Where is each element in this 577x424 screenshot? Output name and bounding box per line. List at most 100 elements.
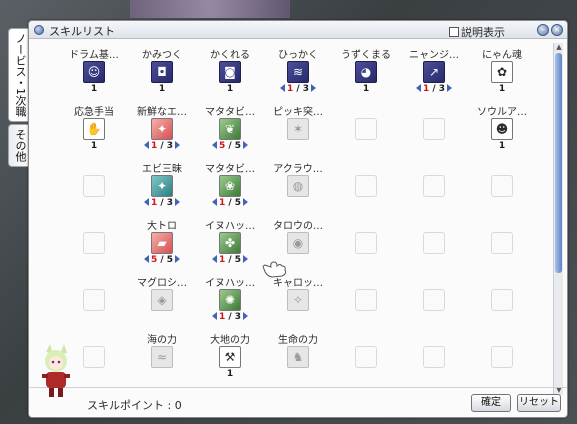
title-bar[interactable]: スキルリスト 説明表示 – ×: [29, 21, 567, 39]
skill-cell[interactable]: マタタビ… ❦ 5 / 5: [196, 98, 264, 151]
skill-cell[interactable]: 大地の力 ⚒ 1: [196, 326, 264, 379]
shrimp-party-icon[interactable]: ✦: [151, 175, 173, 197]
empty-slot-icon: [491, 232, 513, 254]
shrimp-icon[interactable]: ✦: [151, 118, 173, 140]
tuna-icon[interactable]: ▰: [151, 232, 173, 254]
skill-level-stepper[interactable]: 1 / 3: [400, 84, 468, 94]
level-up-icon[interactable]: [243, 198, 249, 206]
skill-level-stepper[interactable]: 1 / 3: [128, 198, 196, 208]
level-up-icon[interactable]: [447, 84, 453, 92]
skill-level-stepper[interactable]: 1 / 5: [196, 255, 264, 265]
level-up-icon[interactable]: [243, 255, 249, 263]
skill-level-max: 3: [166, 141, 174, 151]
skill-level: 1: [498, 84, 506, 94]
scroll-thumb[interactable]: [555, 53, 562, 273]
skill-cell[interactable]: ソウルア… ☻ 1: [468, 98, 536, 151]
skill-cell[interactable]: にゃん魂 ✿ 1: [468, 41, 536, 94]
first-aid-icon[interactable]: ✋: [83, 118, 105, 140]
level-down-icon[interactable]: [211, 141, 217, 149]
jump-icon[interactable]: ↗: [423, 61, 445, 83]
level-down-icon[interactable]: [279, 84, 285, 92]
tab-other[interactable]: その他: [8, 124, 28, 167]
description-toggle[interactable]: 説明表示: [449, 24, 505, 40]
picky-icon[interactable]: ✶: [287, 118, 309, 140]
skill-cell[interactable]: 海の力 ≈: [128, 326, 196, 378]
skill-cell[interactable]: マグロシ… ◈: [128, 269, 196, 321]
level-down-icon[interactable]: [143, 141, 149, 149]
level-down-icon[interactable]: [211, 312, 217, 320]
cat-face-icon[interactable]: ☺: [83, 61, 105, 83]
skill-cell[interactable]: マタタビ… ❀ 1 / 5: [196, 155, 264, 208]
sea-power-icon[interactable]: ≈: [151, 346, 173, 368]
carrot-icon[interactable]: ✧: [287, 289, 309, 311]
checkbox-icon[interactable]: [449, 27, 459, 37]
skill-cell[interactable]: アクラウ… ◍: [264, 155, 332, 207]
skill-cell[interactable]: ひっかく ≋ 1 / 3: [264, 41, 332, 94]
skill-name: 大地の力: [210, 335, 250, 346]
skill-name: にゃん魂: [482, 50, 522, 61]
arclouse-icon[interactable]: ◍: [287, 175, 309, 197]
tarou-icon[interactable]: ◉: [287, 232, 309, 254]
level-down-icon[interactable]: [415, 84, 421, 92]
scrollbar[interactable]: ▲ ▼: [553, 43, 563, 395]
level-up-icon[interactable]: [243, 312, 249, 320]
level-up-icon[interactable]: [175, 141, 181, 149]
skill-level-stepper[interactable]: 1 / 5: [196, 198, 264, 208]
skill-level-stepper[interactable]: 5 / 5: [196, 141, 264, 151]
skill-name: タロウの…: [273, 221, 323, 232]
catnip-icon[interactable]: ❦: [219, 118, 241, 140]
level-up-icon[interactable]: [175, 198, 181, 206]
skill-cell[interactable]: 応急手当 ✋ 1: [60, 98, 128, 151]
skill-level-stepper[interactable]: 1 / 3: [264, 84, 332, 94]
minimize-button[interactable]: –: [537, 24, 549, 36]
level-separator: /: [225, 255, 235, 265]
skill-cell[interactable]: かみつく ◘ 1: [128, 41, 196, 94]
skill-cell[interactable]: かくれる ◙ 1: [196, 41, 264, 94]
skill-name: かみつく: [142, 50, 182, 61]
reset-button[interactable]: リセット: [517, 394, 561, 412]
close-button[interactable]: ×: [551, 24, 563, 36]
bite-icon[interactable]: ◘: [151, 61, 173, 83]
hide-icon[interactable]: ◙: [219, 61, 241, 83]
tab-novice-first-job[interactable]: ノービス・1次職: [8, 28, 28, 122]
skill-cell[interactable]: うずくまる ◕ 1: [332, 41, 400, 94]
empty-slot-icon: [491, 289, 513, 311]
skill-level-max: 3: [166, 198, 174, 208]
level-up-icon[interactable]: [311, 84, 317, 92]
level-down-icon[interactable]: [143, 198, 149, 206]
level-down-icon[interactable]: [211, 255, 217, 263]
silvervine-icon[interactable]: ✤: [219, 232, 241, 254]
skill-cell[interactable]: ニャンジ… ↗ 1 / 3: [400, 41, 468, 94]
life-power-icon[interactable]: ♞: [287, 346, 309, 368]
level-separator: /: [225, 312, 235, 322]
skill-name: 生命の力: [278, 335, 318, 346]
catnip-bomb-icon[interactable]: ❀: [219, 175, 241, 197]
level-down-icon[interactable]: [143, 255, 149, 263]
skill-cell[interactable]: 新鮮なエ… ✦ 1 / 3: [128, 98, 196, 151]
skill-cell[interactable]: イヌハッ… ✤ 1 / 5: [196, 212, 264, 265]
crouch-icon[interactable]: ◕: [355, 61, 377, 83]
level-down-icon[interactable]: [211, 198, 217, 206]
skill-cell[interactable]: タロウの… ◉: [264, 212, 332, 264]
skill-level-stepper[interactable]: 1 / 3: [128, 141, 196, 151]
level-up-icon[interactable]: [175, 255, 181, 263]
skill-cell[interactable]: 大トロ ▰ 5 / 5: [128, 212, 196, 265]
skill-level-stepper[interactable]: 5 / 5: [128, 255, 196, 265]
skill-cell[interactable]: ドラム基… ☺ 1: [60, 41, 128, 94]
skill-cell[interactable]: イヌハッ… ✺ 1 / 3: [196, 269, 264, 322]
confirm-button[interactable]: 確定: [471, 394, 511, 412]
level-up-icon[interactable]: [243, 141, 249, 149]
skill-cell[interactable]: 生命の力 ♞: [264, 326, 332, 378]
skill-cell[interactable]: エビ三昧 ✦ 1 / 3: [128, 155, 196, 208]
scratch-icon[interactable]: ≋: [287, 61, 309, 83]
empty-slot-icon: [491, 346, 513, 368]
skill-level-stepper[interactable]: 1 / 3: [196, 312, 264, 322]
skill-list-window: スキルリスト 説明表示 – × ドラム基… ☺ 1 かみつく ◘ 1 かくれる ◙ 1 ひっかく ≋…: [28, 20, 568, 418]
tuna-shield-icon[interactable]: ◈: [151, 289, 173, 311]
earth-power-icon[interactable]: ⚒: [219, 346, 241, 368]
soul-attack-icon[interactable]: ☻: [491, 118, 513, 140]
skill-cell[interactable]: ピッキ突… ✶: [264, 98, 332, 150]
silvervine-root-icon[interactable]: ✺: [219, 289, 241, 311]
scroll-up-icon[interactable]: ▲: [554, 43, 564, 51]
soul-icon[interactable]: ✿: [491, 61, 513, 83]
